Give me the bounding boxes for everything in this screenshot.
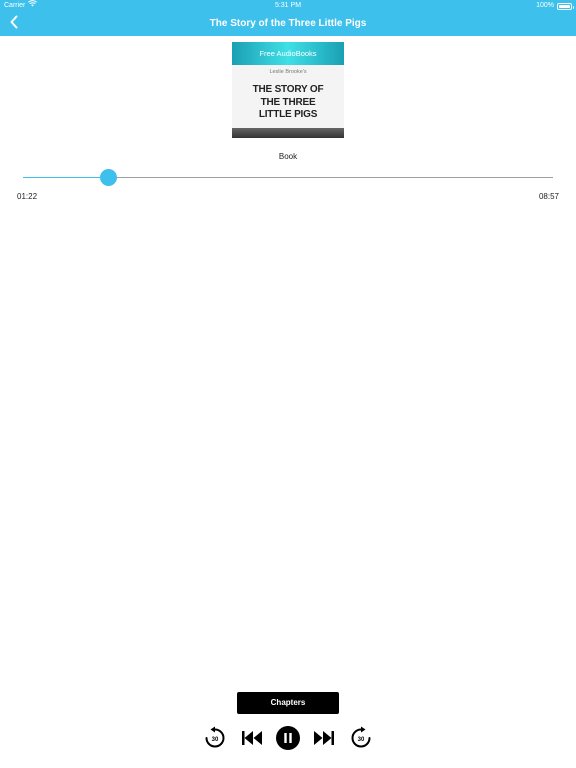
cover-footer bbox=[232, 128, 344, 138]
status-bar: Carrier 5:31 PM 100% bbox=[0, 0, 576, 12]
battery-percent: 100% bbox=[536, 2, 554, 9]
next-track-icon bbox=[312, 728, 336, 753]
cover-banner: Free AudioBooks bbox=[232, 42, 344, 65]
slider-thumb[interactable] bbox=[100, 168, 118, 186]
back-button[interactable] bbox=[2, 12, 26, 36]
skip-back-seconds: 30 bbox=[211, 737, 219, 743]
section-label: Book bbox=[278, 152, 298, 161]
skip-forward-seconds: 30 bbox=[357, 737, 365, 743]
status-time: 5:31 PM bbox=[274, 2, 302, 9]
previous-track-button[interactable] bbox=[240, 728, 264, 752]
pause-icon bbox=[276, 725, 300, 755]
battery-group: 100% bbox=[536, 0, 574, 12]
progress-slider[interactable] bbox=[23, 168, 553, 186]
elapsed-time: 01:22 bbox=[17, 192, 38, 201]
chevron-left-icon bbox=[9, 15, 19, 34]
nav-bar: The Story of the Three Little Pigs bbox=[0, 12, 576, 36]
cover-author: Leslie Brooke's bbox=[269, 69, 307, 75]
book-cover: Free AudioBooks Leslie Brooke's THE STOR… bbox=[232, 42, 344, 138]
header: Carrier 5:31 PM 100% The Story of the Th bbox=[0, 0, 576, 36]
progress-fill bbox=[23, 176, 109, 178]
cover-title-line: THE STORY OF bbox=[252, 84, 324, 95]
next-track-button[interactable] bbox=[312, 728, 336, 752]
pause-button[interactable] bbox=[276, 725, 300, 755]
battery-icon bbox=[557, 2, 574, 10]
playback-controls: 30 30 bbox=[0, 724, 576, 756]
skip-back-button[interactable]: 30 bbox=[203, 726, 227, 752]
cover-title-line: THE THREE bbox=[260, 96, 316, 108]
skip-forward-button[interactable]: 30 bbox=[349, 726, 373, 752]
previous-track-icon bbox=[240, 728, 264, 753]
total-time: 08:57 bbox=[538, 192, 559, 201]
chapters-button[interactable]: Chapters bbox=[237, 692, 339, 714]
page-title: The Story of the Three Little Pigs bbox=[209, 18, 367, 29]
cover-title: THE STORY OF THE THREE LITTLE PIGS bbox=[232, 84, 344, 122]
cover-title-line: LITTLE PIGS bbox=[258, 109, 318, 120]
